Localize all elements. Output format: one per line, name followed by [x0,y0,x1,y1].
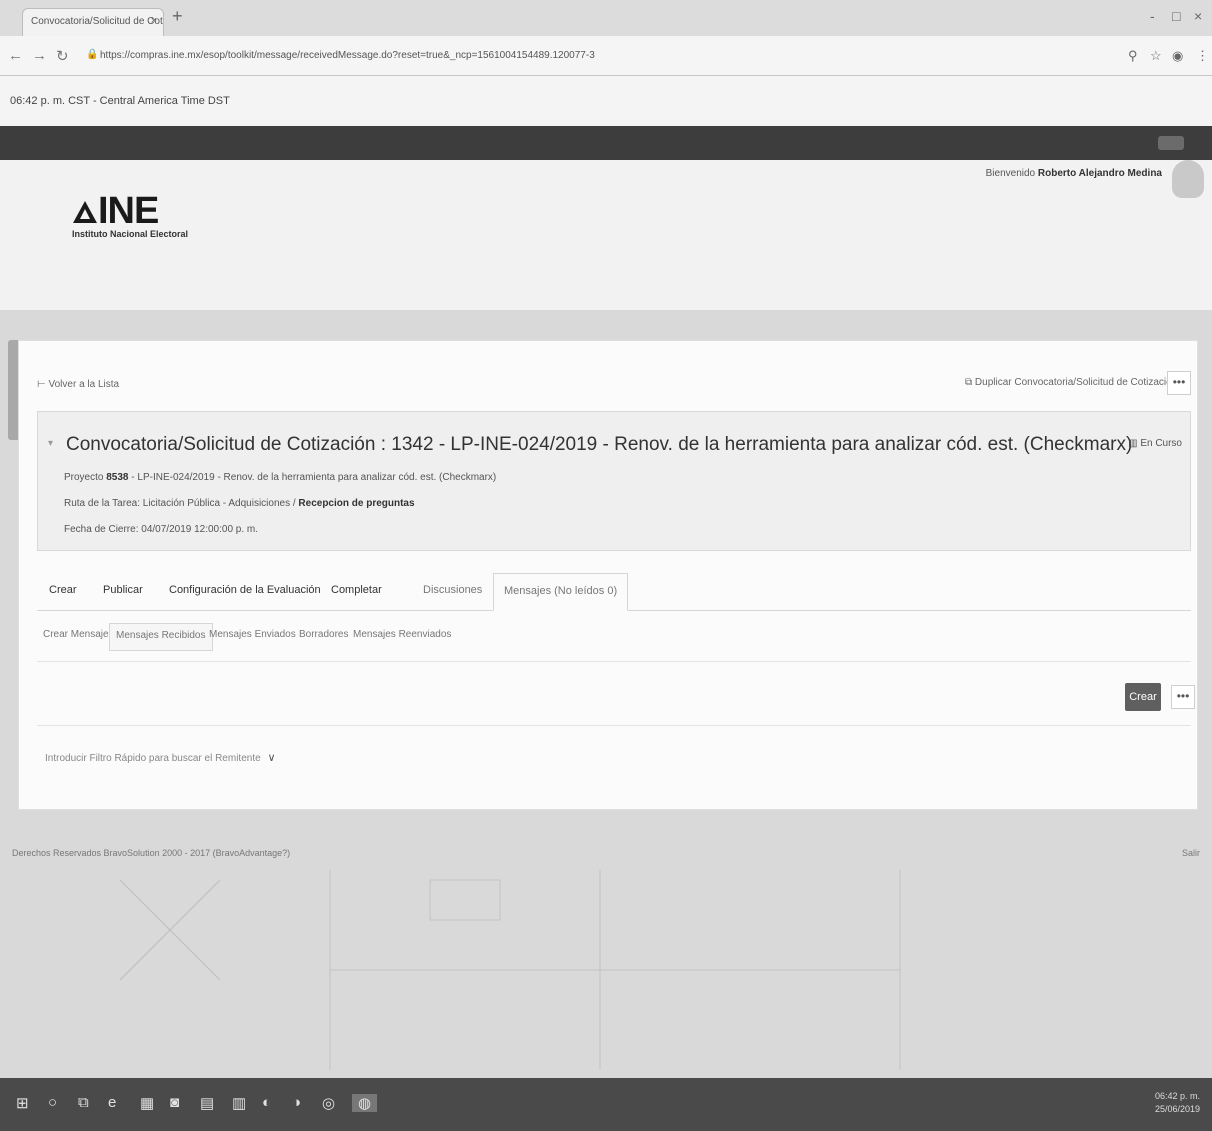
background-document [0,860,1212,1078]
close-date-line: Fecha de Cierre: 04/07/2019 12:00:00 p. … [64,524,259,535]
windows-taskbar: ⊞ ○ ⧉ e ▦ ◙ ▤ ▥ ◐ ◑ ◎ ◍ 06:42 p. m. 25/0… [0,1078,1212,1131]
user-menu-button[interactable] [1158,136,1184,150]
subtab-crear-mensaje[interactable]: Crear Mensaje [43,629,109,640]
collapse-icon[interactable]: ▾ [48,438,53,449]
maximize-button[interactable]: □ [1172,8,1180,24]
quick-filter-placeholder: Introducir Filtro Rápido para buscar el … [45,753,261,764]
excel-icon[interactable]: ▥ [232,1094,246,1112]
project-line: Proyecto 8538 - LP-INE-024/2019 - Renov.… [64,472,497,483]
project-id-link[interactable]: 8538 [106,472,128,483]
word-icon[interactable]: ▤ [200,1094,214,1112]
url-field[interactable]: https://compras.ine.mx/esop/toolkit/mess… [80,44,1120,68]
avatar[interactable] [1172,160,1204,198]
tab-close-icon[interactable]: × [151,15,157,27]
address-bar: ← → ↻ 🔒 https://compras.ine.mx/esop/tool… [0,36,1212,76]
page-header: Bienvenido Roberto Alejandro Medina INE … [0,160,1212,310]
actions-more-button[interactable]: ••• [1171,685,1195,709]
back-list-icon: ⊢ [37,379,46,390]
logo: INE Instituto Nacional Electoral [72,190,188,239]
subtab-mensajes-enviados[interactable]: Mensajes Enviados [209,629,296,640]
menu-icon[interactable]: ⋮ [1196,48,1209,64]
tray-date[interactable]: 25/06/2019 [1155,1104,1200,1114]
firefox-icon[interactable]: ◑ [292,1094,301,1111]
ine-logo-icon [73,201,97,223]
subtab-mensajes-reenviados[interactable]: Mensajes Reenviados [353,629,451,640]
tab-configuracion-evaluacion[interactable]: Configuración de la Evaluación [169,584,321,596]
tab-publicar[interactable]: Publicar [103,584,143,596]
zoom-icon[interactable]: ⚲ [1128,48,1138,64]
tab-completar[interactable]: Completar [331,584,382,596]
user-name[interactable]: Roberto Alejandro Medina [1038,168,1162,179]
system-tray: 06:42 p. m. 25/06/2019 [1155,1090,1200,1116]
divider [37,725,1191,726]
search-icon[interactable]: ○ [48,1094,57,1111]
windows-start-icon[interactable]: ⊞ [16,1094,29,1112]
edge-icon[interactable]: e [108,1094,116,1111]
create-message-button[interactable]: Crear [1125,683,1161,711]
star-icon[interactable]: ☆ [1150,48,1162,64]
app-icon[interactable]: ◐ [262,1094,271,1111]
back-to-list-link[interactable]: ⊢ Volver a la Lista [37,379,119,390]
main-tabs: Crear Publicar Configuración de la Evalu… [37,569,1191,611]
back-arrow-icon[interactable]: ← [8,47,23,64]
task-view-icon[interactable]: ⧉ [78,1094,89,1111]
welcome-message: Bienvenido Roberto Alejandro Medina [986,168,1162,179]
close-window-button[interactable]: × [1194,8,1202,24]
background-diagram [119,870,901,1070]
browser-tab-title: Convocatoria/Solicitud de Cotiza [31,16,164,27]
status-badge: ▥ En Curso [1128,438,1182,449]
logout-link[interactable]: Salir [1182,848,1200,858]
route-line: Ruta de la Tarea: Licitación Pública - A… [64,498,415,509]
content-card: ⊢ Volver a la Lista ⧉ Duplicar Convocato… [18,340,1198,810]
extension-icon[interactable]: ◉ [1172,48,1183,64]
chevron-down-icon[interactable]: ∨ [267,752,275,764]
status-icon: ▥ [1128,438,1138,449]
tray-time[interactable]: 06:42 p. m. [1155,1091,1200,1101]
browser-tab-bar: Convocatoria/Solicitud de Cotiza × + - □… [0,0,1212,36]
subtab-mensajes-recibidos[interactable]: Mensajes Recibidos [109,623,213,651]
duplicate-icon: ⧉ [965,377,973,388]
tender-info-box: ▾ Convocatoria/Solicitud de Cotización :… [37,411,1191,551]
active-app-icon[interactable]: ◍ [352,1094,378,1112]
duplicate-link[interactable]: ⧉ Duplicar Convocatoria/Solicitud de Cot… [965,377,1177,388]
reload-icon[interactable]: ↻ [56,47,69,65]
quick-filter[interactable]: Introducir Filtro Rápido para buscar el … [45,751,276,764]
file-explorer-icon[interactable]: ▦ [140,1094,154,1112]
welcome-prefix: Bienvenido [985,168,1036,179]
tab-mensajes[interactable]: Mensajes (No leídos 0) [493,573,629,611]
browser-tab[interactable]: Convocatoria/Solicitud de Cotiza × [22,8,164,36]
logo-subtitle: Instituto Nacional Electoral [72,229,189,239]
footer-copyright: Derechos Reservados BravoSolution 2000 -… [12,848,291,858]
new-tab-button[interactable]: + [172,6,183,27]
top-nav-bar [0,126,1212,160]
tab-discusiones[interactable]: Discusiones [423,584,482,596]
chrome-icon[interactable]: ◎ [322,1094,335,1112]
timezone-text: 06:42 p. m. CST - Central America Time D… [10,95,230,107]
logo-text: INE [72,190,188,233]
forward-arrow-icon[interactable]: → [32,47,47,64]
divider [37,661,1191,662]
tab-crear[interactable]: Crear [49,584,77,596]
outlook-icon[interactable]: ◙ [170,1094,179,1111]
page-title: Convocatoria/Solicitud de Cotización : 1… [66,434,1133,455]
more-options-button[interactable]: ••• [1167,371,1191,395]
subtab-borradores[interactable]: Borradores [299,629,348,640]
minimize-button[interactable]: - [1150,8,1155,24]
timezone-bar: 06:42 p. m. CST - Central America Time D… [0,76,1212,126]
